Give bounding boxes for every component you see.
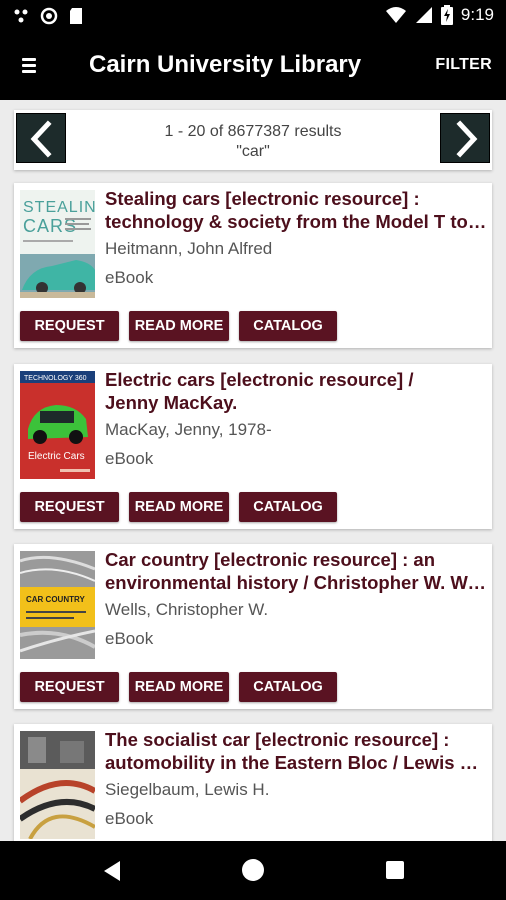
- result-title[interactable]: Car country [electronic resource] : an e…: [105, 548, 487, 594]
- system-nav-bar: [0, 841, 506, 900]
- request-button[interactable]: REQUEST: [20, 311, 119, 341]
- result-format: eBook: [105, 449, 154, 468]
- book-cover[interactable]: TECHNOLOGY 360 Electric Cars: [20, 371, 95, 479]
- result-format: eBook: [105, 268, 154, 287]
- status-right-icons: 9:19: [385, 5, 494, 25]
- result-card[interactable]: STEALING CARS Stealing cars [electronic …: [14, 183, 492, 348]
- notification-dots-icon: [14, 9, 28, 23]
- results-count: 1 - 20 of 8677387 results: [164, 123, 342, 140]
- battery-icon: [440, 5, 453, 25]
- home-icon[interactable]: [242, 859, 264, 881]
- result-title[interactable]: Stealing cars [electronic resource] : te…: [105, 187, 487, 233]
- next-page-button[interactable]: [440, 113, 490, 163]
- request-button[interactable]: REQUEST: [20, 492, 119, 522]
- search-query: "car": [236, 143, 270, 160]
- read-more-button[interactable]: READ MORE: [129, 672, 229, 702]
- result-format: eBook: [105, 809, 154, 828]
- results-list[interactable]: 1 - 20 of 8677387 results "car" STEALING…: [0, 100, 506, 841]
- result-actions: REQUEST READ MORE CATALOG: [20, 492, 337, 522]
- result-card[interactable]: The socialist car [electronic resource] …: [14, 724, 492, 841]
- book-cover[interactable]: CAR COUNTRY: [20, 551, 95, 659]
- chevron-right-icon: [456, 120, 478, 158]
- chevron-left-icon: [30, 120, 52, 158]
- catalog-button[interactable]: CATALOG: [239, 492, 337, 522]
- read-more-button[interactable]: READ MORE: [129, 492, 229, 522]
- svg-text:STEALING: STEALING: [23, 199, 95, 216]
- filter-button[interactable]: FILTER: [435, 56, 492, 74]
- book-cover[interactable]: STEALING CARS: [20, 190, 95, 298]
- back-icon[interactable]: [102, 860, 122, 882]
- result-author: MacKay, Jenny, 1978-: [105, 420, 272, 439]
- result-actions: REQUEST READ MORE CATALOG: [20, 672, 337, 702]
- book-cover[interactable]: [20, 731, 95, 839]
- menu-icon[interactable]: [22, 55, 40, 77]
- pager-info: 1 - 20 of 8677387 results "car": [74, 122, 432, 162]
- sync-icon: [40, 7, 58, 25]
- catalog-button[interactable]: CATALOG: [239, 311, 337, 341]
- svg-text:Electric Cars: Electric Cars: [28, 451, 85, 462]
- recent-apps-icon[interactable]: [386, 861, 404, 879]
- svg-text:TECHNOLOGY 360: TECHNOLOGY 360: [24, 375, 87, 382]
- signal-icon: [415, 7, 432, 23]
- request-button[interactable]: REQUEST: [20, 672, 119, 702]
- result-format: eBook: [105, 629, 154, 648]
- read-more-button[interactable]: READ MORE: [129, 311, 229, 341]
- result-author: Siegelbaum, Lewis H.: [105, 780, 270, 799]
- svg-text:CAR COUNTRY: CAR COUNTRY: [26, 595, 85, 604]
- result-title[interactable]: Electric cars [electronic resource] / Je…: [105, 368, 487, 414]
- result-author: Wells, Christopher W.: [105, 600, 269, 619]
- result-title[interactable]: The socialist car [electronic resource] …: [105, 728, 487, 774]
- app-title: Cairn University Library: [89, 51, 362, 78]
- status-left-icons: [12, 7, 84, 25]
- app-bar: Cairn University Library FILTER: [0, 33, 506, 100]
- result-actions: REQUEST READ MORE CATALOG: [20, 311, 337, 341]
- catalog-button[interactable]: CATALOG: [239, 672, 337, 702]
- result-author: Heitmann, John Alfred: [105, 239, 273, 258]
- previous-page-button[interactable]: [16, 113, 66, 163]
- status-time: 9:19: [460, 5, 494, 24]
- wifi-icon: [385, 7, 406, 23]
- pager: 1 - 20 of 8677387 results "car": [14, 110, 492, 170]
- result-card[interactable]: TECHNOLOGY 360 Electric Cars Electric ca…: [14, 364, 492, 529]
- result-card[interactable]: CAR COUNTRY Car country [electronic reso…: [14, 544, 492, 709]
- sd-card-icon: [70, 8, 82, 24]
- status-bar: 9:19: [0, 0, 506, 33]
